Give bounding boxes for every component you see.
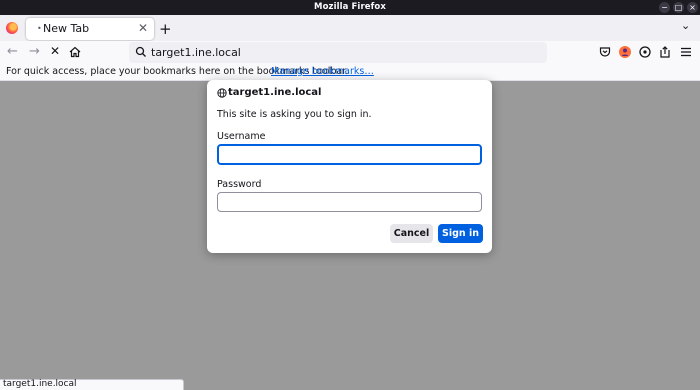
dialog-message: This site is asking you to sign in. (217, 109, 372, 120)
share-icon[interactable] (658, 45, 672, 59)
auth-dialog: target1.ine.local This site is asking yo… (207, 80, 492, 253)
maximize-icon[interactable]: □ (673, 2, 684, 13)
back-icon[interactable]: ← (7, 44, 18, 59)
username-label: Username (217, 131, 266, 142)
stop-icon[interactable]: ✕ (50, 44, 60, 58)
search-icon (135, 46, 146, 57)
cancel-button[interactable]: Cancel (390, 224, 433, 243)
password-label: Password (217, 179, 262, 190)
chevron-down-icon[interactable]: ⌄ (681, 19, 690, 32)
account-icon[interactable] (618, 45, 632, 59)
tab-indicator-icon: • (37, 24, 42, 33)
password-field[interactable] (217, 192, 482, 212)
close-window-icon[interactable]: × (687, 2, 698, 13)
globe-icon (217, 88, 227, 98)
plus-icon[interactable]: + (159, 20, 172, 38)
manage-bookmarks-link[interactable]: Manage bookmarks… (271, 66, 374, 77)
status-bar: target1.ine.local (0, 379, 184, 390)
navigation-toolbar: ← → ✕ (0, 41, 700, 64)
home-icon[interactable] (68, 45, 82, 59)
sign-in-button[interactable]: Sign in (438, 224, 483, 243)
tab-strip: • New Tab ✕ + ⌄ (0, 15, 700, 41)
pocket-icon[interactable] (598, 45, 612, 59)
menu-icon[interactable] (679, 45, 693, 59)
firefox-logo-icon[interactable] (6, 22, 18, 34)
status-text: target1.ine.local (3, 379, 77, 389)
minimize-icon[interactable]: − (659, 2, 670, 13)
forward-icon[interactable]: → (29, 44, 40, 59)
window-title: Mozilla Firefox (314, 2, 386, 12)
url-bar[interactable] (129, 42, 547, 63)
extensions-icon[interactable] (638, 45, 652, 59)
username-field[interactable] (217, 144, 482, 165)
tab-label: New Tab (43, 22, 90, 35)
bookmarks-toolbar: For quick access, place your bookmarks h… (0, 64, 700, 81)
window-titlebar: Mozilla Firefox − □ × (0, 0, 700, 15)
dialog-host: target1.ine.local (228, 87, 322, 98)
close-icon[interactable]: ✕ (138, 21, 148, 35)
url-input[interactable] (151, 44, 531, 61)
tab-new-tab[interactable]: • New Tab ✕ (26, 18, 154, 40)
